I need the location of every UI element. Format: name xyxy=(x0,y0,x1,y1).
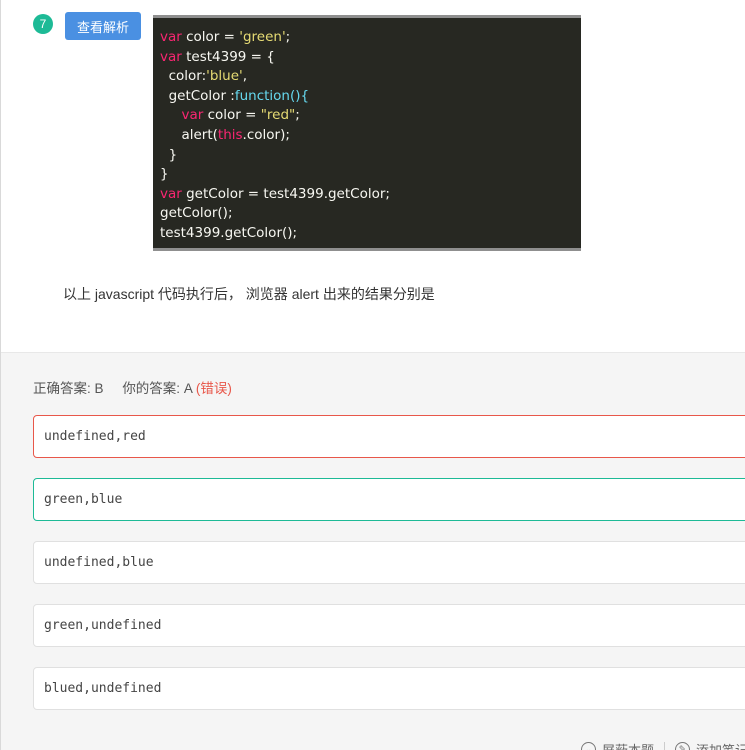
option-b[interactable]: green,blue xyxy=(33,478,745,521)
result-summary: 正确答案: B 你的答案: A (错误) xyxy=(33,377,232,397)
code-line: var test4399 = { xyxy=(160,48,275,65)
code-line: var color = 'green'; xyxy=(160,29,291,45)
code-line: alert(this.color); xyxy=(160,126,290,143)
code-line: getColor(); xyxy=(160,205,233,222)
code-line: getColor :function(){ xyxy=(160,87,310,104)
block-question-button[interactable]: 屏蔽本题 xyxy=(602,740,654,750)
code-line: var getColor = test4399.getColor; xyxy=(160,185,390,202)
option-d[interactable]: green,undefined xyxy=(33,604,745,647)
view-analysis-button[interactable]: 查看解析 xyxy=(65,12,141,40)
footer-actions: ⌄ 屏蔽本题 ✎ 添加笔记 xyxy=(581,740,745,750)
option-text: undefined,red xyxy=(44,429,146,444)
code-line: var color = "red"; xyxy=(181,107,300,124)
code-line: } xyxy=(160,146,178,163)
question-number-badge: 7 xyxy=(33,14,53,34)
your-answer-label: 你的答案: A xyxy=(122,381,193,396)
code-snippet: var color = 'green'; var test4399 = { col… xyxy=(153,15,581,251)
wrong-status: (错误) xyxy=(195,381,232,396)
note-icon[interactable]: ✎ xyxy=(675,742,691,750)
option-text: green,blue xyxy=(44,492,123,507)
question-header: 7 查看解析 var color = 'green'; var test4399 … xyxy=(1,0,745,352)
block-question-icon[interactable]: ⌄ xyxy=(581,742,596,750)
option-c[interactable]: undefined,blue xyxy=(33,541,745,584)
correct-answer-label: 正确答案: B xyxy=(33,381,104,396)
divider xyxy=(664,741,666,750)
option-text: blued,undefined xyxy=(44,681,162,696)
add-note-button[interactable]: 添加笔记 xyxy=(696,740,745,750)
option-text: green,undefined xyxy=(44,618,162,633)
code-line: test4399.getColor(); xyxy=(160,224,298,241)
option-a[interactable]: undefined,red xyxy=(33,415,745,458)
code-line: } xyxy=(160,166,169,183)
question-prompt: 以上 javascript 代码执行后， 浏览器 alert 出来的结果分别是 xyxy=(63,286,435,302)
option-text: undefined,blue xyxy=(44,555,154,570)
option-e[interactable]: blued,undefined xyxy=(33,667,745,710)
code-line: color:'blue', xyxy=(160,68,248,85)
question-page: 7 查看解析 var color = 'green'; var test4399 … xyxy=(0,0,745,750)
